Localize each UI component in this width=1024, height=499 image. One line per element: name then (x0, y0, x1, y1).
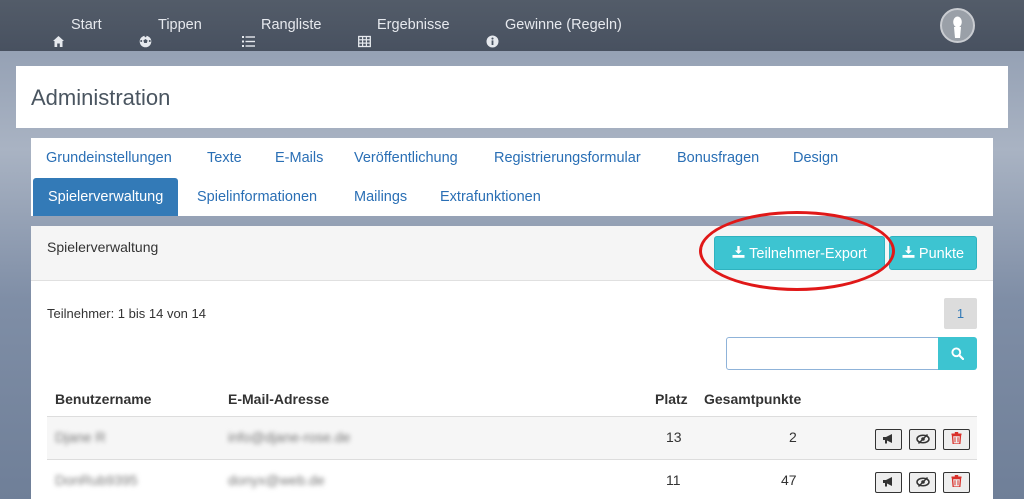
cell-points: 47 (781, 472, 797, 488)
player-management-panel: Spielerverwaltung Teilnehmer-Export Punk… (31, 211, 993, 499)
trash-icon (951, 431, 962, 449)
tab-spielinformationen[interactable]: Spielinformationen (182, 178, 332, 216)
points-button[interactable]: Punkte (889, 236, 977, 270)
eye-slash-icon (915, 474, 930, 492)
cell-username: DonRub9395 (55, 472, 138, 488)
page-title: Administration (31, 85, 171, 110)
nav-tippen-label: Tippen (158, 17, 202, 33)
nav-gewinne-label: Gewinne (Regeln) (505, 17, 622, 33)
nav-ergebnisse[interactable]: Ergebnisse (358, 0, 450, 51)
column-header-username: Benutzername (55, 391, 152, 407)
tab-bonusfragen[interactable]: Bonusfragen (662, 139, 774, 177)
tab-design[interactable]: Design (778, 139, 853, 177)
home-icon (52, 19, 65, 47)
cell-rank: 11 (666, 472, 681, 488)
tab-mailings[interactable]: Mailings (339, 178, 422, 216)
table-row: Djane R info@djane-rose.de 13 2 (47, 416, 977, 459)
tab-grundeinstellungen[interactable]: Grundeinstellungen (31, 139, 187, 177)
hide-button[interactable] (909, 429, 936, 450)
cell-username: Djane R (55, 429, 106, 445)
hide-button[interactable] (909, 472, 936, 493)
nav-rangliste-label: Rangliste (261, 17, 322, 33)
search-button[interactable] (938, 337, 977, 370)
nav-start-label: Start (71, 17, 102, 33)
tab-e-mails[interactable]: E-Mails (260, 139, 338, 177)
info-icon (486, 19, 499, 48)
eye-slash-icon (915, 431, 930, 449)
user-avatar-icon[interactable] (940, 8, 975, 43)
tab-extrafunktionen[interactable]: Extrafunktionen (425, 178, 556, 216)
tab-registrierungsformular[interactable]: Registrierungsformular (479, 139, 656, 177)
participant-count: Teilnehmer: 1 bis 14 von 14 (47, 306, 206, 321)
nav-ergebnisse-label: Ergebnisse (377, 17, 450, 33)
section-title: Spielerverwaltung (47, 239, 159, 255)
tab-texte[interactable]: Texte (192, 139, 257, 177)
tab-veroeffentlichung[interactable]: Veröffentlichung (339, 139, 473, 177)
trash-icon (951, 474, 962, 492)
download-icon (732, 237, 745, 271)
delete-button[interactable] (943, 472, 970, 493)
list-icon (242, 19, 255, 47)
pagination-page-1[interactable]: 1 (944, 298, 977, 329)
megaphone-icon (882, 474, 895, 492)
admin-tabs: Grundeinstellungen Texte E-Mails Veröffe… (31, 138, 993, 216)
notify-button[interactable] (875, 472, 902, 493)
column-header-email: E-Mail-Adresse (228, 391, 330, 407)
column-header-points: Gesamtpunkte (704, 391, 802, 407)
participant-export-button[interactable]: Teilnehmer-Export (714, 236, 885, 270)
top-navbar: Start Tippen Rangliste Ergebnisse Gewinn… (0, 0, 1024, 51)
cell-rank: 13 (666, 429, 682, 445)
nav-start[interactable]: Start (52, 0, 102, 51)
nav-gewinne[interactable]: Gewinne (Regeln) (486, 0, 622, 51)
table-row: DonRub9395 donyx@web.de 11 47 (47, 459, 977, 499)
page-header: Administration (16, 66, 1008, 128)
table-icon (358, 19, 371, 48)
search-icon (951, 347, 965, 365)
delete-button[interactable] (943, 429, 970, 450)
search-input[interactable] (726, 337, 939, 370)
participant-export-label: Teilnehmer-Export (749, 246, 867, 262)
megaphone-icon (882, 431, 895, 449)
column-header-rank: Platz (655, 391, 688, 407)
tab-spielerverwaltung[interactable]: Spielerverwaltung (33, 178, 179, 216)
cell-points: 2 (789, 429, 797, 445)
panel-heading: Spielerverwaltung Teilnehmer-Export Punk… (31, 226, 993, 281)
download-icon (902, 237, 915, 271)
soccer-ball-icon (139, 19, 152, 48)
cell-email: info@djane-rose.de (228, 429, 351, 445)
nav-tippen[interactable]: Tippen (139, 0, 202, 51)
notify-button[interactable] (875, 429, 902, 450)
cell-email: donyx@web.de (228, 472, 325, 488)
points-label: Punkte (918, 246, 965, 262)
nav-rangliste[interactable]: Rangliste (242, 0, 321, 51)
